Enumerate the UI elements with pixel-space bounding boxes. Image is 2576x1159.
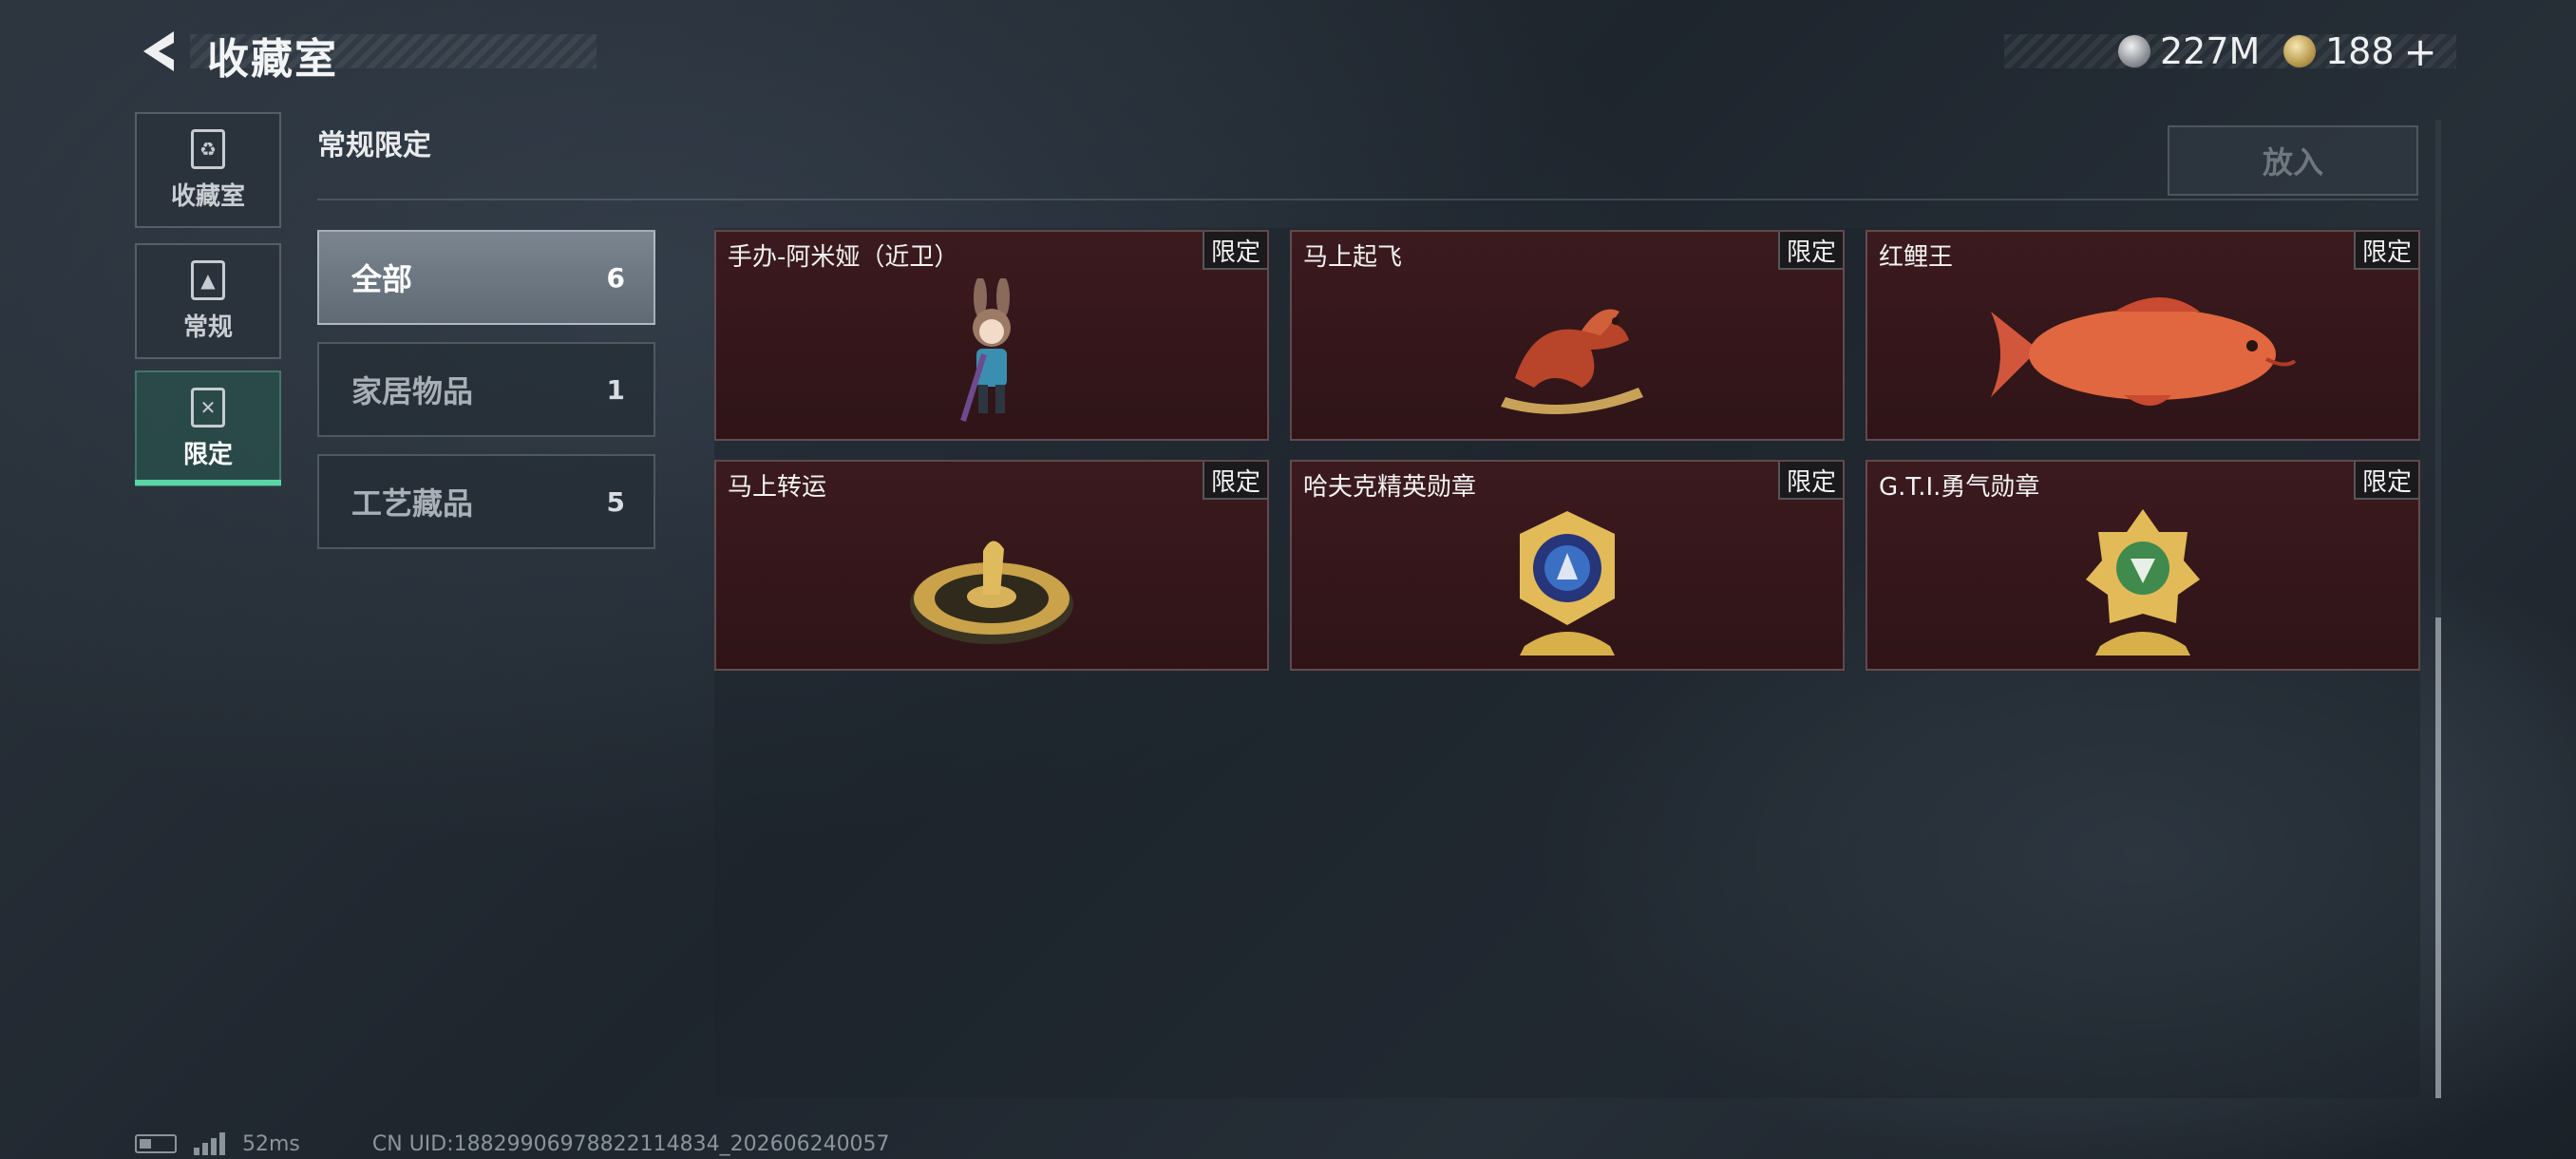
- sidebar-item-label: 常规: [182, 313, 233, 342]
- regular-icon: ▲: [191, 259, 225, 300]
- limited-icon: ✕: [191, 387, 225, 428]
- sidebar-item-regular[interactable]: ▲ 常规: [135, 243, 281, 359]
- add-currency-button[interactable]: +: [2404, 28, 2437, 75]
- limited-badge: 限定: [1203, 232, 1267, 270]
- item-name: 手办-阿米娅（近卫）: [728, 243, 959, 272]
- limited-badge: 限定: [1778, 462, 1843, 500]
- sidebar-item-collection[interactable]: ♻ 收藏室: [135, 112, 281, 228]
- blue-medal-icon: [1292, 500, 1843, 669]
- item-card[interactable]: G.T.I.勇气勋章 限定: [1866, 460, 2420, 671]
- currency-gold-value: 188: [2325, 30, 2395, 72]
- item-name: 红鲤王: [1879, 243, 1954, 272]
- item-name: G.T.I.勇气勋章: [1879, 473, 2040, 502]
- section-title: 常规限定: [317, 129, 431, 162]
- category-count: 6: [606, 261, 625, 294]
- sidebar-item-label: 收藏室: [170, 181, 245, 211]
- limited-badge: 限定: [2354, 232, 2418, 270]
- page-title: 收藏室: [207, 35, 338, 84]
- currency-gold: 188 +: [2283, 27, 2437, 76]
- silver-coin-icon: [2118, 35, 2150, 67]
- limited-badge: 限定: [1778, 232, 1843, 270]
- item-name: 哈夫克精英勋章: [1303, 473, 1477, 502]
- category-name: 全部: [351, 261, 413, 297]
- place-button[interactable]: 放入: [2168, 125, 2418, 196]
- category-crafts[interactable]: 工艺藏品 5: [317, 454, 655, 549]
- section-divider: [317, 199, 2418, 200]
- green-medal-icon: [1867, 500, 2418, 669]
- sidebar-active-indicator: [135, 480, 281, 485]
- sidebar-item-limited[interactable]: ✕ 限定: [135, 370, 281, 486]
- horse-sculpture-icon: [1292, 270, 1843, 439]
- carp-icon: [1867, 270, 2418, 439]
- status-footer: 52ms CN UID:18829906978822114834_2026062…: [135, 1130, 890, 1157]
- limited-badge: 限定: [1203, 462, 1267, 500]
- signal-icon: [194, 1132, 225, 1155]
- battery-icon: [135, 1134, 177, 1153]
- horse-dial-icon: [716, 500, 1267, 669]
- item-name: 马上起飞: [1303, 243, 1403, 272]
- collection-icon: ♻: [191, 128, 225, 169]
- uid-text: CN UID:18829906978822114834_202606240057: [371, 1131, 890, 1156]
- item-card[interactable]: 红鲤王 限定: [1866, 230, 2420, 441]
- currency-silver-value: 227M: [2160, 30, 2261, 72]
- category-count: 5: [606, 485, 625, 518]
- category-name: 家居物品: [351, 373, 474, 409]
- category-name: 工艺藏品: [351, 485, 474, 522]
- category-count: 1: [606, 373, 625, 406]
- back-arrow-icon: [143, 31, 174, 71]
- item-card[interactable]: 马上起飞 限定: [1290, 230, 1845, 441]
- category-all[interactable]: 全部 6: [317, 230, 655, 325]
- gold-coin-icon: [2283, 35, 2316, 67]
- ping-value: 52ms: [242, 1131, 300, 1156]
- item-name: 马上转运: [728, 473, 827, 502]
- item-card[interactable]: 手办-阿米娅（近卫） 限定: [714, 230, 1269, 441]
- scrollbar-thumb[interactable]: [2435, 618, 2441, 1098]
- category-home[interactable]: 家居物品 1: [317, 342, 655, 437]
- back-button[interactable]: [133, 25, 182, 78]
- currency-silver: 227M: [2118, 27, 2260, 76]
- sidebar-item-label: 限定: [182, 440, 233, 469]
- item-card[interactable]: 马上转运 限定: [714, 460, 1269, 671]
- limited-badge: 限定: [2354, 462, 2418, 500]
- figure-icon: [716, 270, 1267, 439]
- item-card[interactable]: 哈夫克精英勋章 限定: [1290, 460, 1845, 671]
